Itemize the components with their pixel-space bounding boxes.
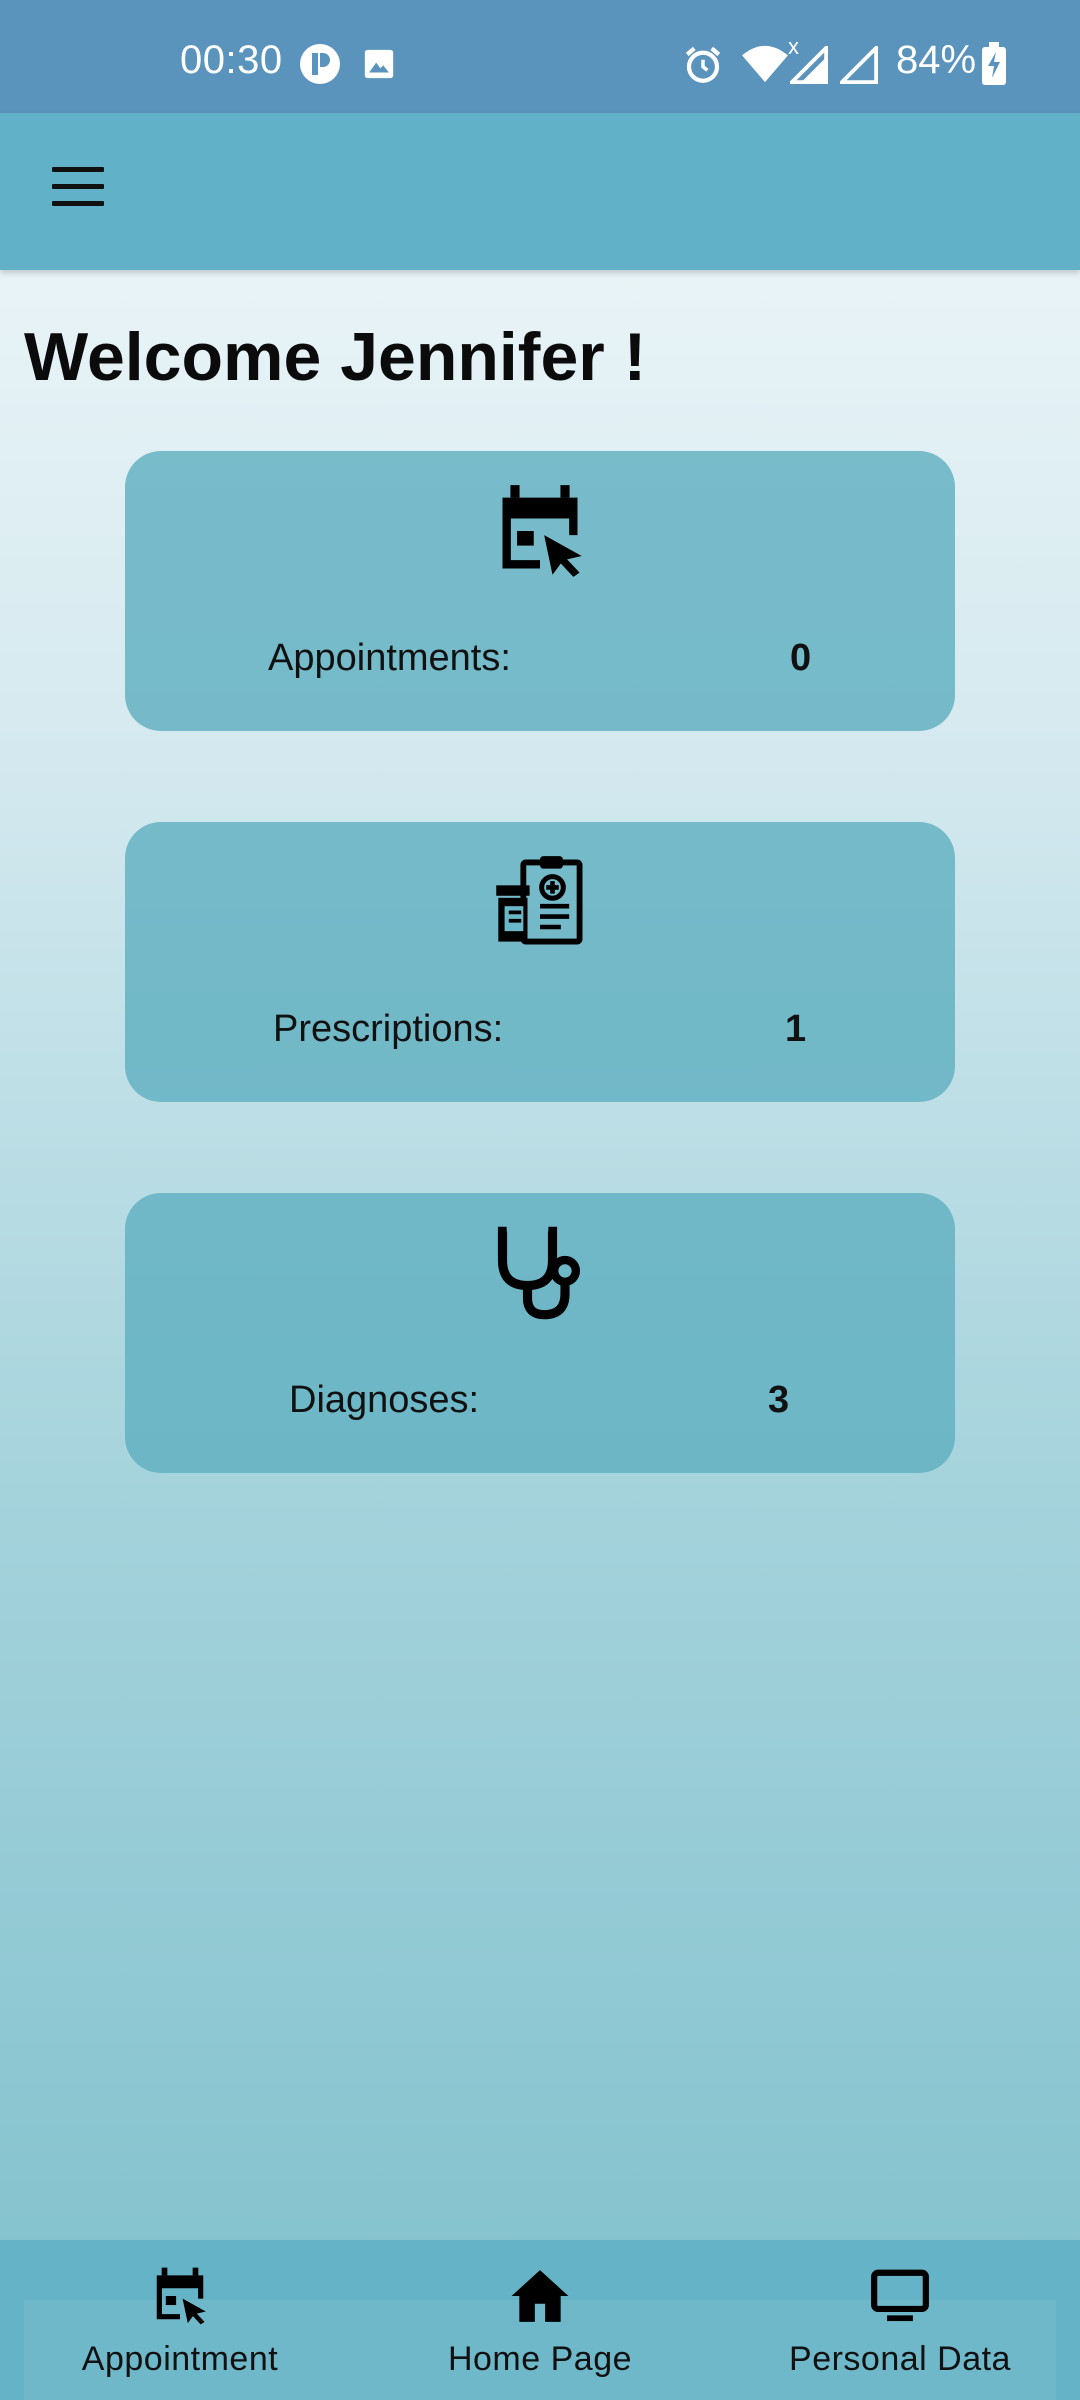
card-label: Appointments:	[268, 637, 511, 679]
battery-percent: 84%	[896, 38, 977, 82]
app-bar	[0, 113, 1080, 270]
prescriptions-card[interactable]: Prescriptions: 1	[125, 822, 955, 1102]
status-bar: 00:30 x 84%	[0, 0, 1080, 113]
nav-item-appointment[interactable]: Appointment	[60, 2240, 300, 2400]
gallery-icon	[364, 49, 394, 79]
hamburger-menu-icon	[52, 167, 104, 172]
alarm-icon	[685, 46, 721, 83]
card-label: Diagnoses:	[289, 1379, 480, 1421]
monitor-icon	[871, 2269, 929, 2322]
card-label: Prescriptions:	[273, 1008, 504, 1050]
nav-item-home-page[interactable]: Home Page	[420, 2240, 660, 2400]
status-time: 00:30	[180, 38, 283, 82]
calendar-cursor-icon	[502, 485, 582, 577]
calendar-cursor-icon	[156, 2267, 206, 2325]
welcome-title: Welcome Jennifer !	[24, 319, 647, 395]
signal-icon	[840, 46, 878, 84]
appointments-card[interactable]: Appointments: 0	[125, 451, 955, 731]
nav-label: Home Page	[447, 2340, 633, 2378]
prescription-clipboard-icon	[496, 856, 583, 945]
menu-button[interactable]	[40, 157, 120, 227]
battery-charging-icon	[982, 42, 1006, 85]
stethoscope-icon	[497, 1226, 580, 1320]
bottom-navigation: Appointment Home Page Personal Data	[0, 2240, 1080, 2400]
nav-label: Appointment	[81, 2340, 279, 2378]
card-value: 1	[785, 1008, 807, 1050]
nav-item-personal-data[interactable]: Personal Data	[770, 2240, 1030, 2400]
diagnoses-card[interactable]: Diagnoses: 3	[125, 1193, 955, 1473]
card-value: 0	[790, 637, 812, 679]
app-notification-icon	[300, 44, 340, 84]
nav-label: Personal Data	[789, 2340, 1011, 2378]
home-icon	[511, 2270, 569, 2322]
wifi-icon	[742, 45, 788, 83]
signal-icon	[790, 46, 828, 84]
card-value: 3	[768, 1379, 790, 1421]
